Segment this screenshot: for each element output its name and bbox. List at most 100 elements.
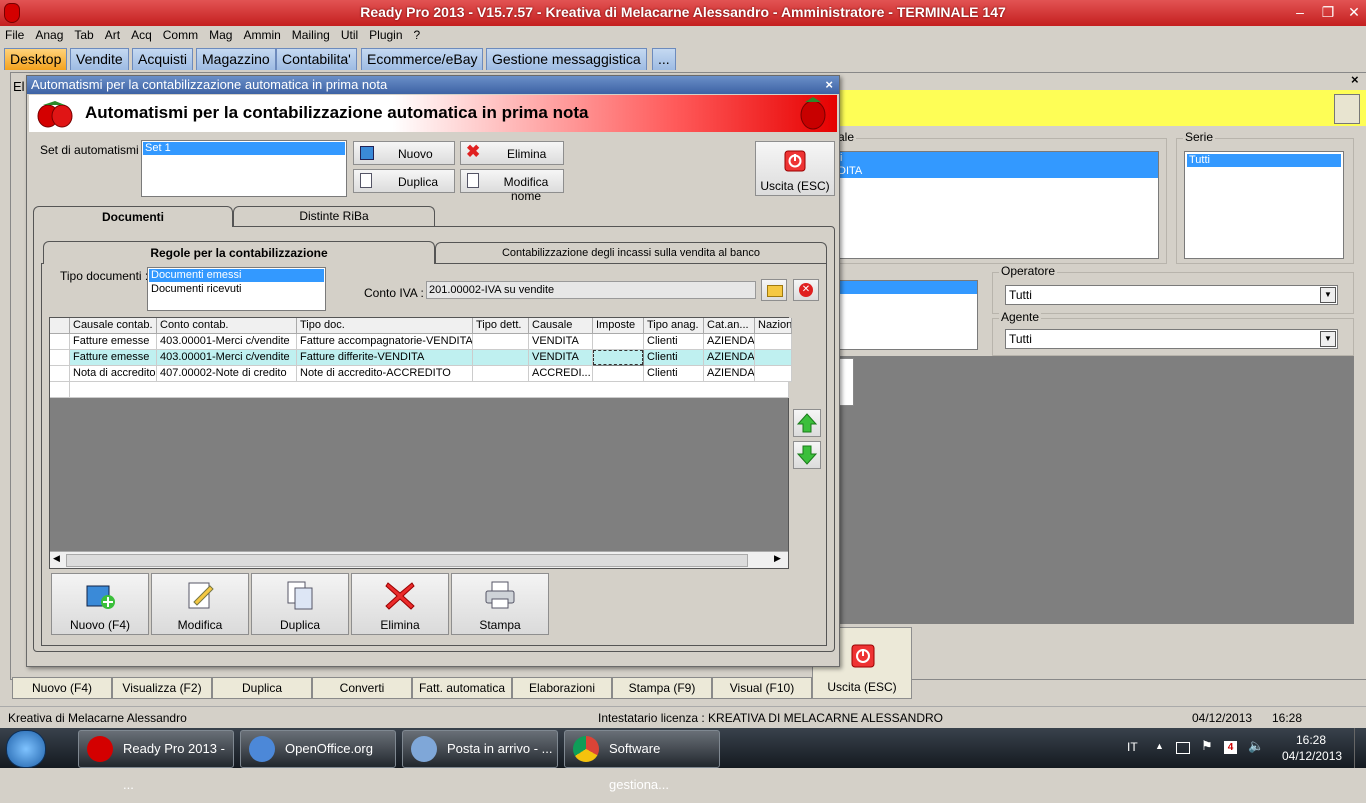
background-close-icon[interactable]: × bbox=[1351, 72, 1359, 87]
tab-vendite[interactable]: Vendite bbox=[70, 48, 129, 70]
grid-cell[interactable]: Nota di accredito bbox=[70, 366, 157, 382]
grid-header[interactable]: Conto contab. bbox=[157, 318, 297, 334]
menu-mailing[interactable]: Mailing bbox=[287, 26, 336, 42]
grid-cell[interactable]: VENDITA bbox=[529, 350, 593, 366]
causale-item[interactable]: i bbox=[830, 152, 1158, 165]
grid-cell[interactable]: Fatture emesse bbox=[70, 334, 157, 350]
tab-ecommerce[interactable]: Ecommerce/eBay bbox=[361, 48, 484, 70]
taskbar-item-chrome[interactable]: Software gestiona... bbox=[564, 730, 720, 792]
scrollbar-thumb[interactable] bbox=[66, 554, 748, 567]
grid-cell[interactable]: ACCREDI... bbox=[529, 366, 593, 382]
tab-documenti[interactable]: Documenti bbox=[33, 206, 233, 227]
move-up-button[interactable] bbox=[793, 409, 821, 437]
modifica-regola-button[interactable]: Modifica bbox=[151, 573, 249, 635]
grid-header[interactable]: Causale contab. bbox=[70, 318, 157, 334]
nuovo-regola-button[interactable]: Nuovo (F4) bbox=[51, 573, 149, 635]
grid-cell[interactable] bbox=[593, 334, 644, 350]
serie-list[interactable]: Tutti bbox=[1184, 151, 1344, 259]
scroll-right-icon[interactable]: ▶ bbox=[774, 553, 781, 564]
menu-tab[interactable]: Tab bbox=[69, 26, 99, 42]
grid-cell[interactable]: 407.00002-Note di credito bbox=[157, 366, 297, 382]
menu-help[interactable]: ? bbox=[409, 26, 427, 42]
bg-nuovo-button[interactable]: Nuovo (F4) bbox=[12, 677, 112, 699]
taskbar-item-openoffice[interactable]: OpenOffice.org bbox=[240, 730, 396, 768]
conto-iva-clear-button[interactable]: ✕ bbox=[793, 279, 819, 301]
grid-cell[interactable] bbox=[473, 350, 529, 366]
grid-cell[interactable]: 403.00001-Merci c/vendite bbox=[157, 334, 297, 350]
grid-header[interactable]: Imposte bbox=[593, 318, 644, 334]
tab-distinte-riba[interactable]: Distinte RiBa bbox=[233, 206, 435, 226]
grid-cell[interactable]: AZIENDA bbox=[704, 366, 755, 382]
grid-header[interactable]: Tipo anag. bbox=[644, 318, 704, 334]
grid-row-selector[interactable] bbox=[50, 350, 70, 366]
grid-cell[interactable] bbox=[593, 366, 644, 382]
tipo-documenti-list[interactable]: Documenti emessi Documenti ricevuti bbox=[147, 267, 326, 311]
bg-elaborazioni-button[interactable]: Elaborazioni bbox=[512, 677, 612, 699]
bg-stampa-button[interactable]: Stampa (F9) bbox=[612, 677, 712, 699]
elimina-regola-button[interactable]: Elimina bbox=[351, 573, 449, 635]
tab-more[interactable]: ... bbox=[652, 48, 676, 70]
clock-time[interactable]: 16:28 bbox=[1296, 733, 1326, 747]
grid-new-row[interactable] bbox=[70, 382, 789, 398]
grid-cell[interactable]: 403.00001-Merci c/vendite bbox=[157, 350, 297, 366]
grid-cell[interactable] bbox=[755, 350, 792, 366]
grid-cell[interactable]: Clienti bbox=[644, 350, 704, 366]
close-button[interactable]: ✕ bbox=[1342, 2, 1366, 22]
bg-duplica-button[interactable]: Duplica bbox=[212, 677, 312, 699]
dialog-close-icon[interactable]: × bbox=[825, 76, 833, 94]
tipo-documenti-item[interactable]: Documenti emessi bbox=[149, 269, 324, 282]
conto-iva-browse-button[interactable] bbox=[761, 279, 787, 301]
menu-art[interactable]: Art bbox=[100, 26, 126, 42]
background-list-item[interactable] bbox=[839, 281, 977, 294]
duplica-regola-button[interactable]: Duplica bbox=[251, 573, 349, 635]
grid-horizontal-scrollbar[interactable]: ◀ ▶ bbox=[50, 551, 788, 568]
flag-icon[interactable]: ⚑ bbox=[1201, 738, 1213, 754]
menu-anag[interactable]: Anag bbox=[30, 26, 69, 42]
causale-item[interactable]: DITA bbox=[830, 165, 1158, 178]
nuovo-set-button[interactable]: Nuovo bbox=[353, 141, 455, 165]
grid-cell[interactable]: Note di accredito-ACCREDITO bbox=[297, 366, 473, 382]
tab-desktop[interactable]: Desktop bbox=[4, 48, 68, 70]
tab-contabilita[interactable]: Contabilita' bbox=[276, 48, 357, 70]
grid-cell[interactable]: VENDITA bbox=[529, 334, 593, 350]
language-indicator[interactable]: IT bbox=[1127, 740, 1138, 754]
chevron-down-icon[interactable]: ▼ bbox=[1320, 287, 1336, 303]
bg-visualizza-button[interactable]: Visualizza (F2) bbox=[112, 677, 212, 699]
uscita-button[interactable]: Uscita (ESC) bbox=[755, 141, 835, 196]
grid-row-selector[interactable] bbox=[50, 334, 70, 350]
chevron-down-icon[interactable]: ▼ bbox=[1320, 331, 1336, 347]
show-desktop-button[interactable] bbox=[1354, 728, 1366, 768]
causale-list[interactable]: i DITA bbox=[830, 151, 1159, 259]
grid-cell[interactable] bbox=[755, 366, 792, 382]
grid-cell[interactable]: Clienti bbox=[644, 366, 704, 382]
grid-header[interactable]: Cat.an... bbox=[704, 318, 755, 334]
grid-row-selector[interactable] bbox=[50, 382, 70, 398]
menu-file[interactable]: File bbox=[0, 26, 30, 42]
grid-cell[interactable]: AZIENDA bbox=[704, 350, 755, 366]
move-down-button[interactable] bbox=[793, 441, 821, 469]
clock-date[interactable]: 04/12/2013 bbox=[1282, 749, 1342, 763]
minimize-button[interactable]: – bbox=[1288, 2, 1312, 22]
modifica-nome-button[interactable]: Modifica nome bbox=[460, 169, 564, 203]
show-hidden-icons-icon[interactable]: ▲ bbox=[1155, 741, 1164, 751]
notification-badge[interactable]: 4 bbox=[1224, 741, 1237, 754]
menu-acq[interactable]: Acq bbox=[126, 26, 158, 42]
grid-cell-focused[interactable] bbox=[593, 350, 643, 365]
network-icon[interactable] bbox=[1176, 742, 1190, 754]
grid-cell[interactable]: Fatture emesse bbox=[70, 350, 157, 366]
duplica-set-button[interactable]: Duplica bbox=[353, 169, 455, 193]
grid-cell[interactable]: AZIENDA bbox=[704, 334, 755, 350]
grid-cell[interactable] bbox=[473, 334, 529, 350]
start-button[interactable] bbox=[6, 730, 46, 768]
serie-item[interactable]: Tutti bbox=[1187, 154, 1341, 167]
grid-header[interactable]: Nazion bbox=[755, 318, 792, 334]
tab-magazzino[interactable]: Magazzino bbox=[196, 48, 276, 70]
grid-cell[interactable] bbox=[755, 334, 792, 350]
grid-row-selector[interactable] bbox=[50, 366, 70, 382]
scroll-left-icon[interactable]: ◀ bbox=[53, 553, 60, 564]
elimina-set-button[interactable]: ✖ Elimina bbox=[460, 141, 564, 165]
set-item[interactable]: Set 1 bbox=[143, 142, 345, 155]
grid-cell[interactable]: Fatture accompagnatorie-VENDITA bbox=[297, 334, 473, 350]
volume-icon[interactable]: 🔈 bbox=[1248, 738, 1264, 754]
background-list[interactable] bbox=[838, 280, 978, 350]
